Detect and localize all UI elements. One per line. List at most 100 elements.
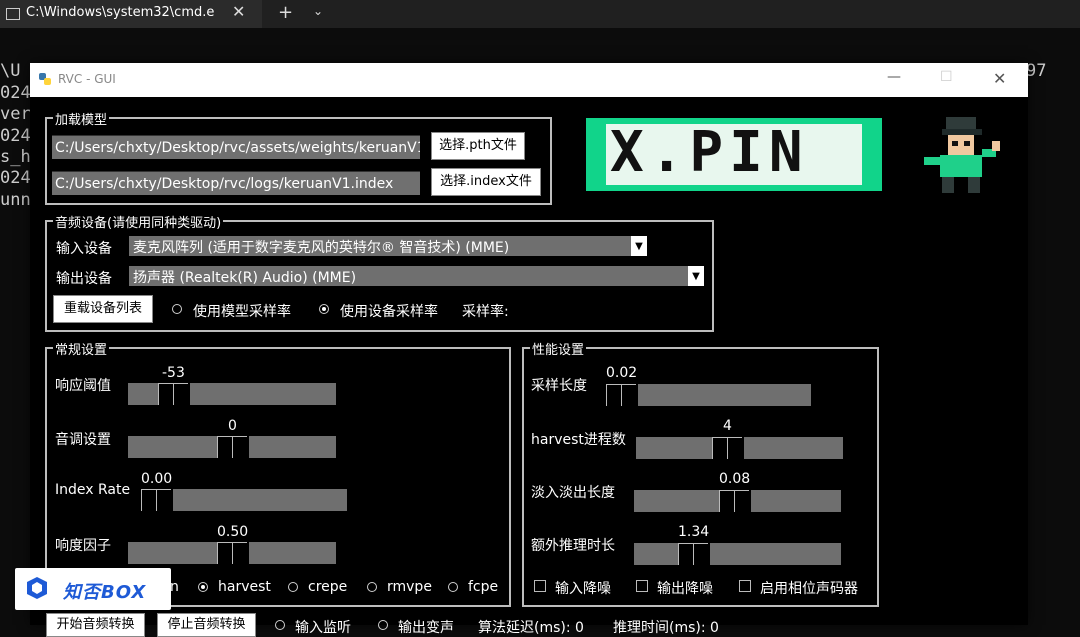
harvest-procs-value: 4	[723, 418, 732, 434]
crossfade-label: 淡入淡出长度	[531, 485, 615, 501]
device-samplerate-label: 使用设备采样率	[340, 304, 438, 320]
terminal-line: unn	[0, 190, 31, 210]
pitch-slider[interactable]	[128, 436, 336, 460]
extra-time-slider[interactable]	[634, 543, 841, 567]
watermark-text: 知否BOX	[63, 582, 147, 603]
slider-thumb[interactable]	[141, 489, 171, 511]
slider-thumb[interactable]	[678, 543, 708, 565]
chevron-down-icon[interactable]: ▼	[688, 266, 704, 286]
xpin-logo-text: X.PIN	[610, 120, 809, 185]
harvest-procs-slider[interactable]	[636, 437, 843, 461]
minimize-icon[interactable]: —	[887, 69, 901, 85]
terminal-tab[interactable]: C:\Windows\system32\cmd.e ✕	[0, 0, 262, 28]
input-device-value: 麦克风阵列 (适用于数字麦克风的英特尔® 智音技术) (MME)	[133, 240, 510, 256]
rms-label: 响度因子	[55, 538, 111, 554]
block-length-value: 0.02	[606, 365, 638, 381]
index-rate-label: Index Rate	[55, 482, 131, 498]
chevron-down-icon[interactable]: ▼	[631, 236, 647, 256]
device-samplerate-radio[interactable]	[319, 304, 329, 314]
f0-harvest-radio[interactable]	[198, 582, 208, 592]
input-denoise-label: 输入降噪	[555, 581, 611, 597]
chevron-down-icon[interactable]: ⌄	[313, 4, 323, 18]
slider-thumb[interactable]	[606, 384, 636, 406]
index-path-input[interactable]: C:/Users/chxty/Desktop/rvc/logs/keruanV1…	[52, 171, 420, 195]
block-length-slider[interactable]	[606, 384, 811, 408]
audio-device-label: 音频设备(请使用同种类驱动)	[53, 212, 224, 231]
pitch-value: 0	[228, 418, 237, 434]
f0-fcpe-radio[interactable]	[448, 582, 458, 592]
stop-conversion-button[interactable]: 停止音频转换	[157, 613, 256, 637]
reload-devices-button[interactable]: 重载设备列表	[53, 295, 153, 323]
slider-thumb[interactable]	[158, 383, 188, 405]
window-titlebar: RVC - GUI — ☐ ✕	[30, 63, 1028, 97]
crossfade-value: 0.08	[719, 471, 751, 487]
terminal-line: 024	[0, 126, 31, 146]
threshold-value: -53	[162, 365, 185, 381]
input-device-label: 输入设备	[56, 241, 112, 257]
input-device-select[interactable]: 麦克风阵列 (适用于数字麦克风的英特尔® 智音技术) (MME) ▼	[129, 236, 647, 256]
input-monitor-label: 输入监听	[295, 620, 351, 636]
f0-partial-label: n	[170, 579, 179, 595]
python-icon	[39, 73, 51, 85]
terminal-line: s_h	[0, 147, 31, 167]
phase-vocoder-label: 启用相位声码器	[760, 581, 858, 597]
model-samplerate-label: 使用模型采样率	[193, 304, 291, 320]
pitch-label: 音调设置	[55, 432, 111, 448]
threshold-label: 响应阈值	[55, 378, 111, 394]
extra-time-value: 1.34	[678, 524, 710, 540]
slider-thumb[interactable]	[217, 542, 247, 564]
performance-settings-label: 性能设置	[530, 339, 587, 358]
model-samplerate-radio[interactable]	[172, 304, 182, 314]
threshold-slider[interactable]	[128, 383, 336, 407]
f0-crepe-radio[interactable]	[288, 582, 298, 592]
f0-crepe-label: crepe	[308, 579, 348, 595]
slider-thumb[interactable]	[719, 490, 749, 512]
close-tab-icon[interactable]: ✕	[232, 2, 245, 21]
rms-value: 0.50	[217, 524, 249, 540]
select-pth-button[interactable]: 选择.pth文件	[431, 132, 525, 160]
inference-time-text: 推理时间(ms): 0	[613, 620, 719, 636]
close-window-icon[interactable]: ✕	[993, 69, 1006, 88]
general-settings-label: 常规设置	[53, 339, 110, 358]
phase-vocoder-checkbox[interactable]	[739, 580, 751, 592]
terminal-line: 024	[0, 168, 31, 188]
index-rate-slider[interactable]	[141, 489, 347, 513]
output-device-select[interactable]: 扬声器 (Realtek(R) Audio) (MME) ▼	[129, 266, 704, 286]
maximize-icon[interactable]: ☐	[940, 69, 953, 85]
algorithm-delay-text: 算法延迟(ms): 0	[478, 620, 584, 636]
watermark: 知否BOX	[15, 568, 171, 610]
output-device-value: 扬声器 (Realtek(R) Audio) (MME)	[133, 270, 357, 286]
rvc-window: RVC - GUI — ☐ ✕ 加载模型 C:/Users/chxty/Desk…	[30, 63, 1028, 637]
start-conversion-button[interactable]: 开始音频转换	[46, 613, 145, 637]
xpin-logo: X.PIN	[586, 118, 882, 191]
f0-rmvpe-label: rmvpe	[387, 579, 432, 595]
index-rate-value: 0.00	[141, 471, 173, 487]
output-device-label: 输出设备	[56, 271, 112, 287]
input-denoise-checkbox[interactable]	[534, 580, 546, 592]
terminal-tab-title: C:\Windows\system32\cmd.e	[26, 5, 215, 20]
terminal-icon	[6, 8, 20, 20]
slider-thumb[interactable]	[712, 437, 742, 459]
new-tab-icon[interactable]: +	[278, 2, 293, 23]
f0-rmvpe-radio[interactable]	[367, 582, 377, 592]
output-voice-radio[interactable]	[378, 620, 388, 630]
select-index-button[interactable]: 选择.index文件	[431, 168, 541, 196]
block-length-label: 采样长度	[531, 378, 587, 394]
output-denoise-checkbox[interactable]	[636, 580, 648, 592]
rms-slider[interactable]	[128, 542, 336, 566]
pth-path-input[interactable]: C:/Users/chxty/Desktop/rvc/assets/weight…	[52, 135, 420, 159]
zhihu-box-logo-icon	[27, 577, 47, 599]
terminal-line: ver	[0, 104, 31, 124]
f0-harvest-label: harvest	[218, 579, 271, 595]
output-denoise-label: 输出降噪	[657, 581, 713, 597]
f0-fcpe-label: fcpe	[468, 579, 499, 595]
output-voice-label: 输出变声	[398, 620, 454, 636]
input-monitor-radio[interactable]	[275, 620, 285, 630]
extra-time-label: 额外推理时长	[531, 538, 615, 554]
slider-thumb[interactable]	[217, 436, 247, 458]
terminal-line: \U	[0, 61, 21, 81]
harvest-procs-label: harvest进程数	[531, 432, 626, 448]
crossfade-slider[interactable]	[634, 490, 841, 514]
pixel-character-icon	[924, 117, 1000, 193]
terminal-line: 024	[0, 83, 31, 103]
